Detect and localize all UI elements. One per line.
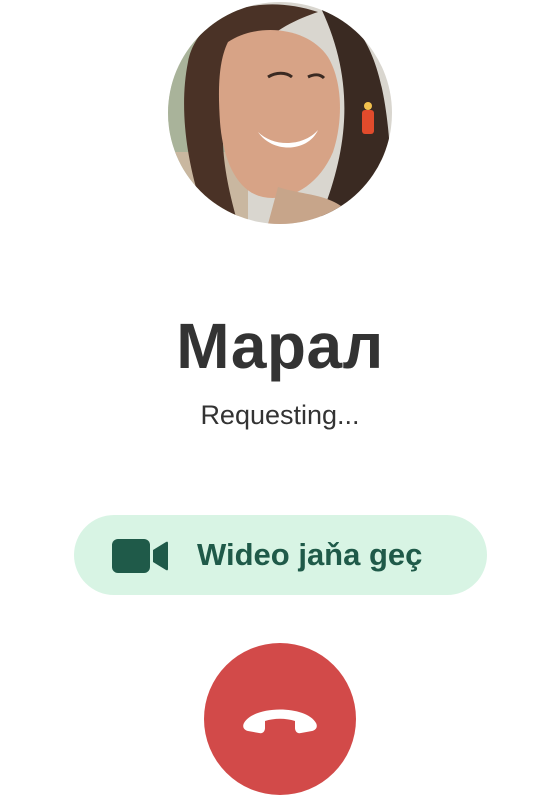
phone-hangup-icon [243,709,317,734]
switch-to-video-label: Wideo jaňa geç [197,537,423,572]
switch-to-video-button[interactable]: Wideo jaňa geç [74,515,487,595]
contact-avatar [168,2,392,224]
end-call-button[interactable] [204,643,356,795]
call-status: Requesting... [200,400,360,430]
call-screen: Марал Requesting... Wideo jaňa geç [0,0,560,795]
contact-name: Марал [176,310,384,382]
video-camera-icon [112,539,168,573]
